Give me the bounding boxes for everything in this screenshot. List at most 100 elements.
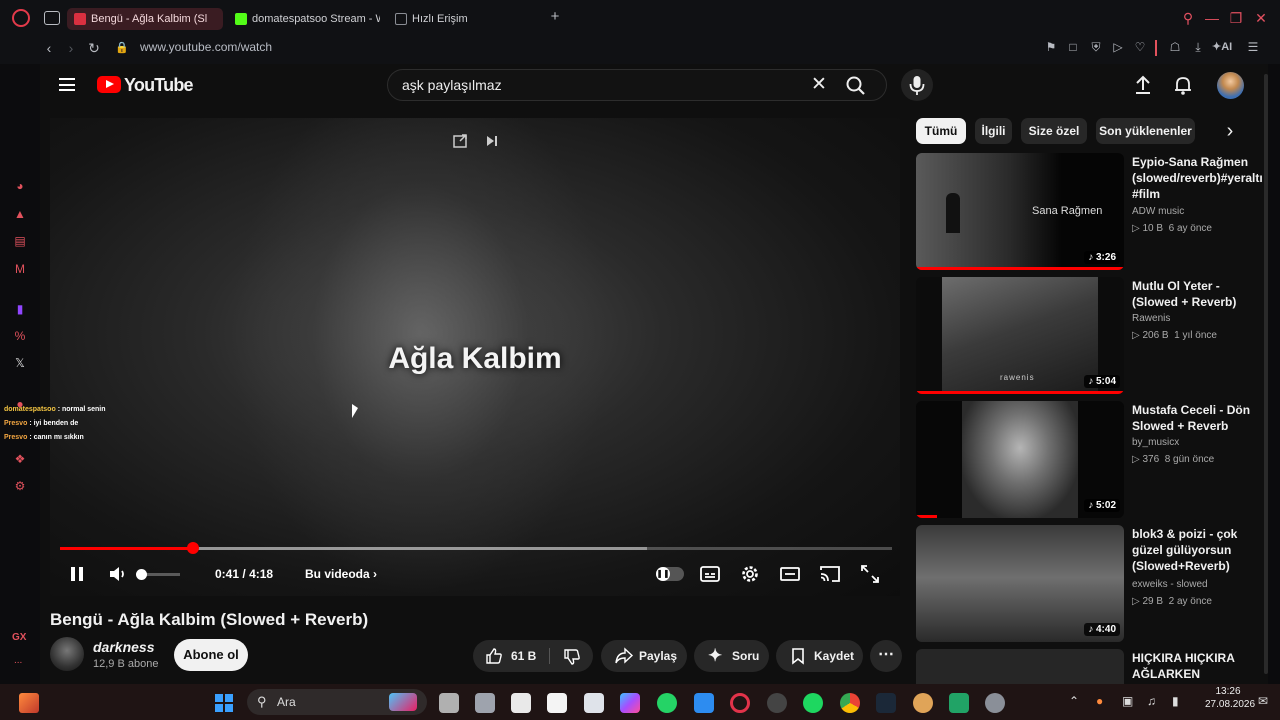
notification-bell-icon[interactable]: ✉ bbox=[1258, 694, 1268, 708]
rec-thumbnail-5[interactable] bbox=[916, 649, 1124, 684]
rec-thumbnail-1[interactable]: Sana Rağmen ♪ 3:26 bbox=[916, 153, 1124, 270]
settings-gear-icon[interactable]: ⚙ bbox=[12, 478, 28, 494]
tray-chevron-icon[interactable]: ⌃ bbox=[1069, 694, 1079, 708]
whatsapp-icon[interactable] bbox=[657, 693, 677, 713]
clock-date[interactable]: 27.08.2026 bbox=[1205, 699, 1255, 710]
gmail-icon[interactable]: M bbox=[12, 261, 28, 277]
snapshot-icon[interactable]: □ bbox=[1065, 39, 1081, 55]
share-button[interactable]: Paylaş bbox=[601, 640, 687, 672]
heart-icon[interactable]: ♡ bbox=[1132, 39, 1148, 55]
notifications-button[interactable] bbox=[1171, 73, 1195, 97]
search-button[interactable] bbox=[844, 74, 884, 98]
document-icon[interactable] bbox=[547, 693, 567, 713]
game-app-icon[interactable] bbox=[913, 693, 933, 713]
ai-button[interactable]: ✦AI bbox=[1212, 39, 1232, 55]
progress-scrubber[interactable] bbox=[187, 542, 200, 554]
rec-channel-3[interactable]: by_musicx bbox=[1132, 437, 1179, 448]
rec-thumbnail-3[interactable]: ♪ 5:02 bbox=[916, 401, 1124, 518]
rec-thumbnail-4[interactable]: ♪ 4:40 bbox=[916, 525, 1124, 642]
next-video-button[interactable] bbox=[483, 132, 501, 150]
photos-icon[interactable] bbox=[584, 693, 604, 713]
chip-for-you[interactable]: Size özel bbox=[1021, 118, 1087, 144]
download-icon[interactable]: ⤓ bbox=[1190, 39, 1206, 55]
tray-mic-icon[interactable]: ● bbox=[1096, 694, 1103, 708]
spotify-icon[interactable] bbox=[803, 693, 823, 713]
restore-button[interactable]: ❐ bbox=[1228, 10, 1244, 26]
cast-button[interactable] bbox=[818, 562, 842, 586]
workspaces-icon[interactable] bbox=[44, 11, 60, 25]
wallet-icon[interactable]: ☖ bbox=[1167, 39, 1183, 55]
search-box[interactable]: aşk paylaşılmaz ✕ bbox=[387, 69, 887, 101]
volume-knob[interactable] bbox=[136, 569, 147, 580]
video-player[interactable]: Ağla Kalbim 0:41 / 4:18 Bu videoda › ❚❚ bbox=[50, 118, 900, 596]
play-icon[interactable]: ▷ bbox=[1110, 39, 1126, 55]
minimize-button[interactable]: — bbox=[1204, 10, 1220, 26]
speedometer-icon[interactable]: ◕ bbox=[12, 178, 28, 194]
settings-button[interactable] bbox=[738, 562, 762, 586]
new-tab-button[interactable]: + bbox=[548, 9, 562, 24]
pin-icon[interactable]: ⚑ bbox=[1043, 39, 1059, 55]
menu-icon[interactable]: ☰ bbox=[1245, 39, 1261, 55]
app-icon[interactable] bbox=[767, 693, 787, 713]
task-view-icon[interactable] bbox=[439, 693, 459, 713]
miniplayer-button[interactable] bbox=[452, 132, 470, 150]
subscribe-button[interactable]: Abone ol bbox=[174, 639, 248, 671]
tab-youtube[interactable]: Bengü - Ağla Kalbim (Sl bbox=[67, 8, 223, 30]
pause-button[interactable] bbox=[65, 562, 89, 586]
channel-name[interactable]: darkness bbox=[93, 639, 154, 655]
youtube-logo-text[interactable]: YouTube bbox=[124, 75, 194, 96]
like-button[interactable]: 61 B bbox=[473, 640, 549, 672]
more-actions-button[interactable]: ⋯ bbox=[870, 640, 902, 672]
rec-title-1[interactable]: Eypio-Sana Rağmen (slowed/reverb)#yeralt… bbox=[1132, 154, 1263, 202]
hamburger-menu-icon[interactable] bbox=[59, 78, 75, 91]
voice-search-button[interactable] bbox=[901, 69, 933, 101]
channel-avatar[interactable] bbox=[50, 637, 84, 671]
tray-network-icon[interactable]: ▣ bbox=[1122, 694, 1133, 708]
rec-thumbnail-2[interactable]: rawenis ♪ 5:04 bbox=[916, 277, 1124, 394]
shield-icon[interactable]: ⛨ bbox=[1088, 39, 1104, 55]
rec-title-5[interactable]: HIÇKIRA HIÇKIRA AĞLARKEN bbox=[1132, 650, 1254, 684]
settings-app-icon[interactable] bbox=[985, 693, 1005, 713]
theater-mode-button[interactable] bbox=[778, 562, 802, 586]
volume-button[interactable] bbox=[106, 562, 130, 586]
twitch-icon[interactable]: ▮ bbox=[12, 301, 28, 317]
close-window-button[interactable]: ✕ bbox=[1253, 10, 1269, 26]
rec-title-4[interactable]: blok3 & poizi - çok güzel gülüyorsun (Sl… bbox=[1132, 526, 1254, 574]
notepad-icon[interactable] bbox=[511, 693, 531, 713]
file-explorer-icon[interactable] bbox=[475, 693, 495, 713]
chip-all[interactable]: Tümü bbox=[916, 118, 966, 144]
subtitles-button[interactable] bbox=[698, 562, 722, 586]
rec-channel-1[interactable]: ADW music bbox=[1132, 206, 1184, 217]
fullscreen-button[interactable] bbox=[858, 562, 882, 586]
opera-gx-taskbar-icon[interactable] bbox=[730, 693, 750, 713]
url-field[interactable]: www.youtube.com/watch bbox=[140, 39, 272, 55]
clock-time[interactable]: 13:26 bbox=[1205, 686, 1251, 697]
extensions-icon[interactable]: ❖ bbox=[12, 451, 28, 467]
volume-slider[interactable] bbox=[136, 569, 180, 580]
copilot-icon[interactable] bbox=[620, 693, 640, 713]
rec-channel-2[interactable]: Rawenis bbox=[1132, 313, 1170, 324]
excel-icon[interactable] bbox=[949, 693, 969, 713]
chapters-button[interactable]: Bu videoda › bbox=[305, 567, 377, 581]
sidebar-more-icon[interactable]: ... bbox=[14, 655, 22, 666]
clear-search-icon[interactable]: ✕ bbox=[810, 75, 828, 95]
rec-channel-4[interactable]: exweiks - slowed bbox=[1132, 579, 1208, 590]
shield-app-icon[interactable] bbox=[694, 693, 714, 713]
dislike-button[interactable] bbox=[557, 640, 593, 672]
rec-title-2[interactable]: Mutlu Ol Yeter - (Slowed + Reverb) bbox=[1132, 278, 1254, 310]
user-avatar[interactable] bbox=[1217, 72, 1244, 99]
tab-kick-stream[interactable]: domatespatsoo Stream - W bbox=[228, 8, 380, 30]
rec-title-3[interactable]: Mustafa Ceceli - Dön Slowed + Reverb bbox=[1132, 402, 1254, 434]
reload-icon[interactable]: ↻ bbox=[85, 39, 103, 57]
autoplay-toggle[interactable]: ❚❚ bbox=[656, 567, 684, 581]
upload-button[interactable] bbox=[1131, 73, 1155, 97]
youtube-logo-icon[interactable] bbox=[97, 76, 121, 93]
x-twitter-icon[interactable]: 𝕏 bbox=[12, 355, 28, 371]
tray-volume-icon[interactable]: ♫ bbox=[1147, 694, 1156, 708]
back-button[interactable]: ‹ bbox=[40, 39, 58, 57]
tray-battery-icon[interactable]: ▮ bbox=[1172, 694, 1179, 708]
forward-button[interactable]: › bbox=[62, 39, 80, 57]
page-scrollbar[interactable] bbox=[1264, 74, 1268, 674]
chrome-icon[interactable] bbox=[840, 693, 860, 713]
progress-bar[interactable] bbox=[60, 542, 892, 554]
